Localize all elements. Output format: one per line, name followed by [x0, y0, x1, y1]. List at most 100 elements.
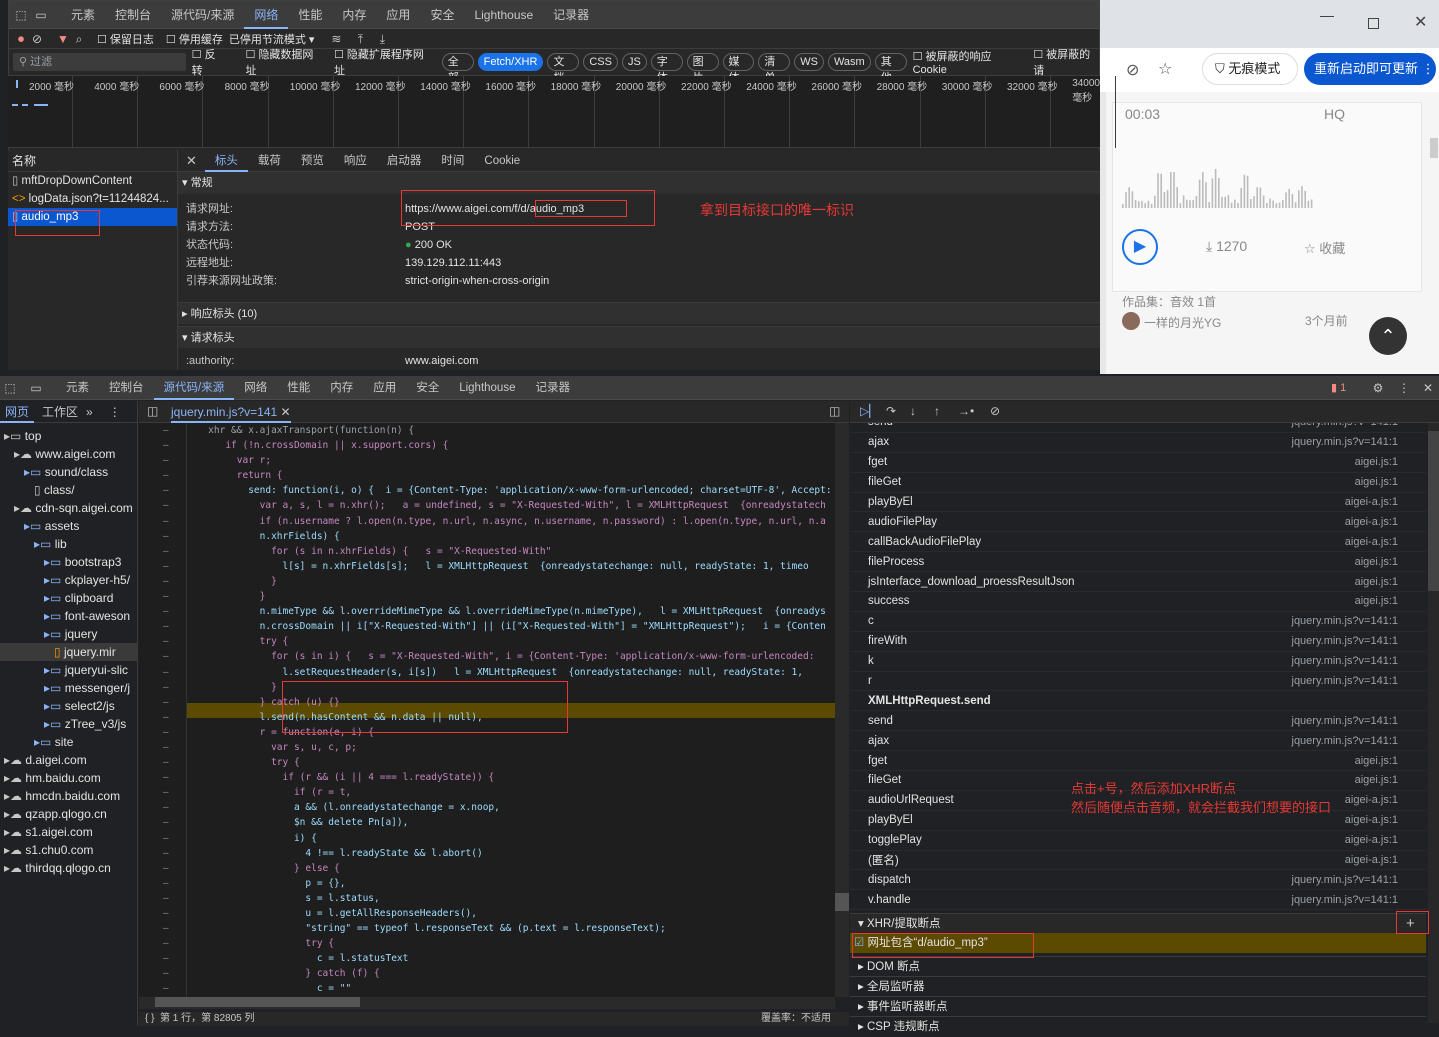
tab-2[interactable]: 源代码/来源 [161, 1, 244, 29]
device-icon-bottom[interactable]: ▭ [28, 380, 44, 396]
detail-tab-6[interactable]: Cookie [474, 150, 530, 172]
nav-menu-icon[interactable]: ⋮ [109, 405, 121, 419]
global-listeners-section[interactable]: ▸ 全局监听器 [850, 976, 1426, 996]
detail-tab-4[interactable]: 启动器 [377, 150, 432, 172]
tab-9[interactable]: 记录器 [543, 1, 599, 29]
back-to-top-button[interactable]: ⌃ [1369, 317, 1407, 355]
blocked-cookie-checkbox[interactable]: ☐ 被屏蔽的响应 Cookie [913, 48, 1026, 76]
tree-item[interactable]: ▸▭ bootstrap3 [0, 553, 137, 571]
tree-item[interactable]: ▯ jquery.mir [0, 643, 137, 661]
tab-7[interactable]: 安全 [420, 1, 464, 29]
download-count[interactable]: ⤓ 1270 [1206, 238, 1247, 255]
detail-tab-1[interactable]: 载荷 [248, 150, 291, 172]
tree-item[interactable]: ▸▭ clipboard [0, 589, 137, 607]
csp-breakpoints-section[interactable]: ▸ CSP 违规断点 [850, 1016, 1426, 1036]
tree-item[interactable]: ▸▭ top [0, 427, 137, 445]
type-chip-3[interactable]: CSS [583, 53, 618, 71]
download-icon[interactable]: ⤓ [374, 31, 390, 47]
bottom-tab-8[interactable]: Lighthouse [449, 376, 525, 400]
type-chip-4[interactable]: JS [621, 53, 647, 71]
call-frame[interactable]: (匿名) aigei-a.js:1 [850, 851, 1426, 871]
bottom-tab-7[interactable]: 安全 [406, 376, 449, 400]
call-frame[interactable]: c jquery.min.js?v=141:1 [850, 612, 1426, 632]
network-timeline[interactable]: 2000 毫秒 4000 毫秒 6000 毫秒 8000 毫秒 10000 毫秒 1200… [8, 76, 1117, 148]
bottom-tab-2[interactable]: 源代码/来源 [153, 376, 235, 400]
call-frame[interactable]: k jquery.min.js?v=141:1 [850, 652, 1426, 672]
tab-6[interactable]: 应用 [376, 1, 420, 29]
author-avatar[interactable] [1122, 312, 1140, 330]
call-frame[interactable]: jsInterface_download_proessResultJson aig… [850, 572, 1426, 593]
call-frame[interactable]: v.handle jquery.min.js?v=141:1 [850, 890, 1426, 911]
call-frame[interactable]: callBackAudioFilePlay aigei-a.js:1 [850, 532, 1426, 553]
bottom-tab-1[interactable]: 控制台 [99, 376, 154, 400]
hide-data-urls-checkbox[interactable]: ☐ 隐藏数据网址 [246, 46, 322, 78]
wifi-icon[interactable]: ≋ [328, 31, 344, 47]
tree-item[interactable]: ▸☁ d.aigei.com [0, 751, 137, 769]
tree-item[interactable]: ▸▭ select2/js [0, 697, 137, 715]
step-over-icon[interactable]: ↷ [886, 404, 896, 418]
collect-button[interactable]: ☆ 收藏 [1304, 238, 1345, 257]
tab-8[interactable]: Lighthouse [464, 1, 543, 29]
toggle-debugger-icon[interactable]: ◫ [829, 404, 840, 418]
close-devtools-icon[interactable]: ✕ [1420, 380, 1436, 396]
tab-4[interactable]: 性能 [288, 1, 332, 29]
xhr-breakpoints-header[interactable]: ▾ XHR/提取断点 + [850, 913, 1426, 933]
tab-0[interactable]: 元素 [61, 1, 105, 29]
request-row[interactable]: <> logData.json?t=11244824... [8, 190, 177, 208]
response-headers-section[interactable]: ▸ 响应标头 (10) [178, 302, 1100, 324]
tab-1[interactable]: 控制台 [105, 1, 161, 29]
search-icon[interactable]: ⌕ [71, 31, 87, 47]
settings-icon[interactable]: ⚙ [1370, 380, 1386, 396]
name-column-header[interactable]: 名称 [8, 150, 177, 172]
step-out-icon[interactable]: ↑ [934, 404, 940, 418]
tree-item[interactable]: ▸☁ www.aigei.com [0, 445, 137, 463]
tab-5[interactable]: 内存 [332, 1, 376, 29]
step-into-icon[interactable]: ↓ [910, 404, 916, 418]
tree-item[interactable]: ▸▭ messenger/j [0, 679, 137, 697]
tree-item[interactable]: ▸▭ sound/class [0, 463, 137, 481]
bottom-tab-0[interactable]: 元素 [56, 376, 99, 400]
tree-item[interactable]: ▸☁ thirdqq.qlogo.cn [0, 859, 137, 877]
bottom-tab-5[interactable]: 内存 [320, 376, 363, 400]
step-icon[interactable]: →• [958, 404, 974, 418]
type-chip-7[interactable]: 媒体 [722, 53, 755, 84]
type-chip-1[interactable]: Fetch/XHR [477, 53, 544, 71]
type-chip-11[interactable]: 其他 [874, 53, 907, 84]
page-scrollbar[interactable] [1430, 138, 1438, 158]
type-chip-0[interactable]: 全部 [441, 53, 474, 84]
call-frame[interactable]: success aigei.js:1 [850, 592, 1426, 612]
tree-item[interactable]: ▸▭ jquery [0, 625, 137, 643]
tab-3[interactable]: 网络 [244, 1, 289, 29]
more-icon-bottom[interactable]: ⋮ [1396, 380, 1412, 396]
type-chip-9[interactable]: WS [794, 53, 824, 71]
tree-item[interactable]: ▸☁ hmcdn.baidu.com [0, 787, 137, 805]
call-frame[interactable]: fileGet aigei.js:1 [850, 473, 1426, 493]
inspect-icon-bottom[interactable]: ⬚ [2, 380, 18, 396]
sidebar-scroll[interactable] [1428, 423, 1439, 1023]
call-frame[interactable]: sendjquery.min.js?v=141:1 [850, 423, 1426, 433]
filter-icon[interactable]: ▼ [55, 31, 71, 47]
disable-cache-checkbox[interactable]: ☐ 停用缓存 [166, 31, 223, 47]
nav-tab-workspace[interactable]: 工作区 [34, 403, 86, 420]
more-tabs-icon[interactable]: » [86, 405, 93, 419]
bottom-tab-6[interactable]: 应用 [363, 376, 406, 400]
type-chip-8[interactable]: 清单 [758, 53, 791, 84]
incognito-badge[interactable]: ⛉ 无痕模式 [1202, 53, 1298, 85]
tree-item[interactable]: ▸▭ ckplayer-h5/ [0, 571, 137, 589]
author-name[interactable]: 一样的月光YG [1144, 314, 1221, 331]
filter-input[interactable]: ⚲ 过滤 [13, 53, 186, 71]
close-detail-icon[interactable]: ✕ [178, 153, 205, 169]
issues-badge[interactable]: ▮ 1 [1331, 381, 1346, 394]
line-gutter[interactable]: – – – – – – – – – – – – – – – – – – – – – – – – – – – – – – – – – – – – – – [139, 423, 187, 997]
device-toggle-icon[interactable]: ▭ [33, 7, 49, 23]
deactivate-breakpoints-icon[interactable]: ⊘ [990, 404, 1000, 418]
detail-tab-5[interactable]: 时间 [431, 150, 474, 172]
file-tab[interactable]: jquery.min.js?v=141 ✕ [171, 405, 291, 423]
type-chip-5[interactable]: 字体 [650, 53, 683, 84]
record-icon[interactable]: ⏺ [13, 31, 29, 47]
type-chip-6[interactable]: 图片 [686, 53, 719, 84]
call-frame[interactable]: fireWith jquery.min.js?v=141:1 [850, 632, 1426, 652]
editor-vscroll[interactable] [835, 423, 849, 997]
dom-breakpoints-section[interactable]: ▸ DOM 断点 [850, 956, 1426, 976]
invert-checkbox[interactable]: ☐ 反转 [192, 46, 226, 78]
